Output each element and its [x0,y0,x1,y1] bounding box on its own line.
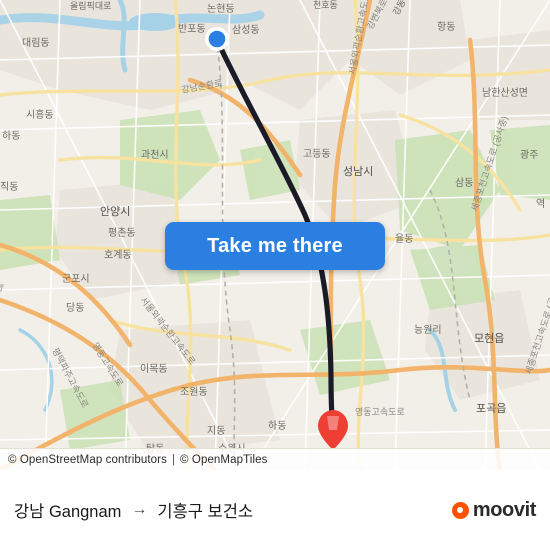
map-label: 포곡읍 [476,402,506,415]
moovit-trip-preview: 올림픽대로 논현동 반포동 삼성동 천호동 강변북로 강동구 항동 대림동 강남순환로 서울외곽순환… [0,0,550,550]
map-label: 당동 [66,302,84,314]
map-label: 천호동 [313,0,338,10]
map-label: 호계동 [104,249,132,261]
map-label: 고등동 [303,148,331,160]
map-label: 조원동 [180,386,208,398]
map-label: 논현동 [207,3,235,15]
map-label: 대림동 [22,37,50,49]
map-label: 안양시 [100,205,130,218]
map-label: 역 [536,198,545,210]
map-label: 항동 [437,21,455,33]
arrow-right-icon: → [131,501,148,518]
trip-footer: 강남 Gangnam → 기흥구 보건소 moovit [0,470,550,550]
map-label: 광주 [520,149,538,161]
map-label: 평촌동 [108,227,136,239]
map-label: 과천시 [141,149,169,161]
map-label: 지동 [207,425,225,437]
map-attribution: © OpenStreetMap contributors | © OpenMap… [0,448,550,470]
map-label: 성남시 [343,165,373,178]
map-label: 군포시 [62,273,90,285]
map-label: 직동 [0,181,18,193]
route-summary: 강남 Gangnam → 기흥구 보건소 [14,498,452,522]
route-origin-label: 강남 Gangnam [14,503,122,521]
attribution-osm[interactable]: © OpenStreetMap contributors [8,454,167,466]
map-label: 영동고속도로 [355,407,405,417]
attribution-openmaptiles[interactable]: © OpenMapTiles [180,454,267,466]
map-label: 율동 [395,233,413,245]
map-label: 모현읍 [474,332,504,345]
map-label: 대 [0,284,5,292]
map-label: 하동 [268,419,286,432]
map-label: 남한산성면 [482,87,528,99]
map-label: 능원리 [414,324,442,336]
map-label: 이목동 [140,363,168,375]
take-me-there-button[interactable]: Take me there [165,222,385,270]
moovit-logo[interactable]: moovit [451,498,537,522]
map-label: 삼동 [455,177,473,189]
attribution-separator: | [171,453,176,466]
map-label: 하동 [2,129,20,142]
origin-marker [205,27,229,51]
map-label: 올림픽대로 [70,0,111,11]
moovit-wordmark: moovit [472,498,537,521]
map-viewport[interactable]: 올림픽대로 논현동 반포동 삼성동 천호동 강변북로 강동구 항동 대림동 강남순환로 서울외곽순환… [0,0,550,470]
map-label: 반포동 [178,23,206,35]
map-label: 시흥동 [26,108,54,121]
map-label: 삼성동 [232,24,260,36]
moovit-dot-icon [451,501,469,519]
route-destination-label: 기흥구 보건소 [157,503,254,521]
